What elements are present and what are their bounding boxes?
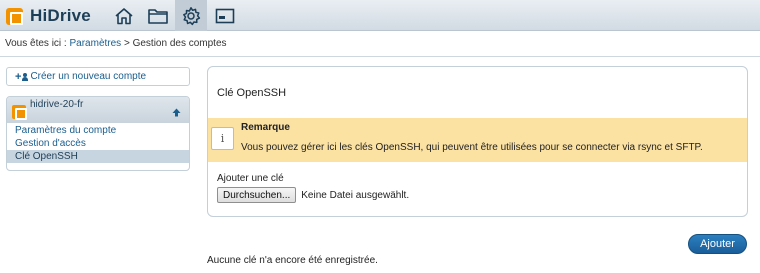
home-icon[interactable] <box>108 0 140 31</box>
hidrive-logo[interactable]: HiDrive <box>6 6 91 26</box>
app-title: HiDrive <box>30 6 91 25</box>
hidrive-logo-icon <box>6 7 23 25</box>
breadcrumb-prefix: Vous êtes ici : <box>5 38 67 49</box>
account-name: hidrive-20-fr <box>30 99 84 110</box>
info-icon: i <box>211 127 234 150</box>
breadcrumb-link-parametres[interactable]: Paramètres <box>69 38 121 49</box>
arrow-up-icon[interactable] <box>172 108 181 117</box>
file-input: Durchsuchen... Keine Datei ausgewählt. <box>217 187 409 203</box>
gear-icon[interactable] <box>175 0 207 31</box>
create-account-button[interactable]: + Créer un nouveau compte <box>6 67 190 86</box>
account-logo-icon <box>12 105 27 120</box>
file-status: Keine Datei ausgewählt. <box>301 189 410 201</box>
breadcrumb-current: Gestion des comptes <box>132 38 227 49</box>
add-button[interactable]: Ajouter <box>688 234 747 254</box>
top-bar: HiDrive <box>0 0 760 31</box>
account-panel: hidrive-20-fr Paramètres du compte Gesti… <box>6 96 190 171</box>
empty-keys-message: Aucune clé n'a encore été enregistrée. <box>207 255 378 266</box>
create-account-label: Créer un nouveau compte <box>30 71 147 82</box>
notice-title: Remarque <box>241 122 290 133</box>
add-key-label: Ajouter une clé <box>217 173 284 184</box>
openssh-panel: Clé OpenSSH i Remarque Vous pouvez gérer… <box>207 66 748 217</box>
sidebar-item-openssh-key[interactable]: Clé OpenSSH <box>7 150 189 163</box>
plus-icon: + <box>15 70 22 83</box>
breadcrumb: Vous êtes ici : Paramètres > Gestion des… <box>5 38 227 49</box>
breadcrumb-separator: > <box>123 38 130 49</box>
divider <box>0 56 760 57</box>
panel-title: Clé OpenSSH <box>217 87 287 99</box>
notice-text: Vous pouvez gérer ici les clés OpenSSH, … <box>241 142 703 153</box>
folder-icon[interactable] <box>142 0 174 31</box>
sidebar-item-account-settings[interactable]: Paramètres du compte <box>7 124 189 137</box>
account-header[interactable]: hidrive-20-fr <box>7 97 189 123</box>
browse-button[interactable]: Durchsuchen... <box>217 187 297 203</box>
notice-box: i Remarque Vous pouvez gérer ici les clé… <box>208 118 747 162</box>
sidebar-item-access-management[interactable]: Gestion d'accès <box>7 137 189 150</box>
screen-icon[interactable] <box>209 0 241 31</box>
user-icon <box>22 72 29 81</box>
